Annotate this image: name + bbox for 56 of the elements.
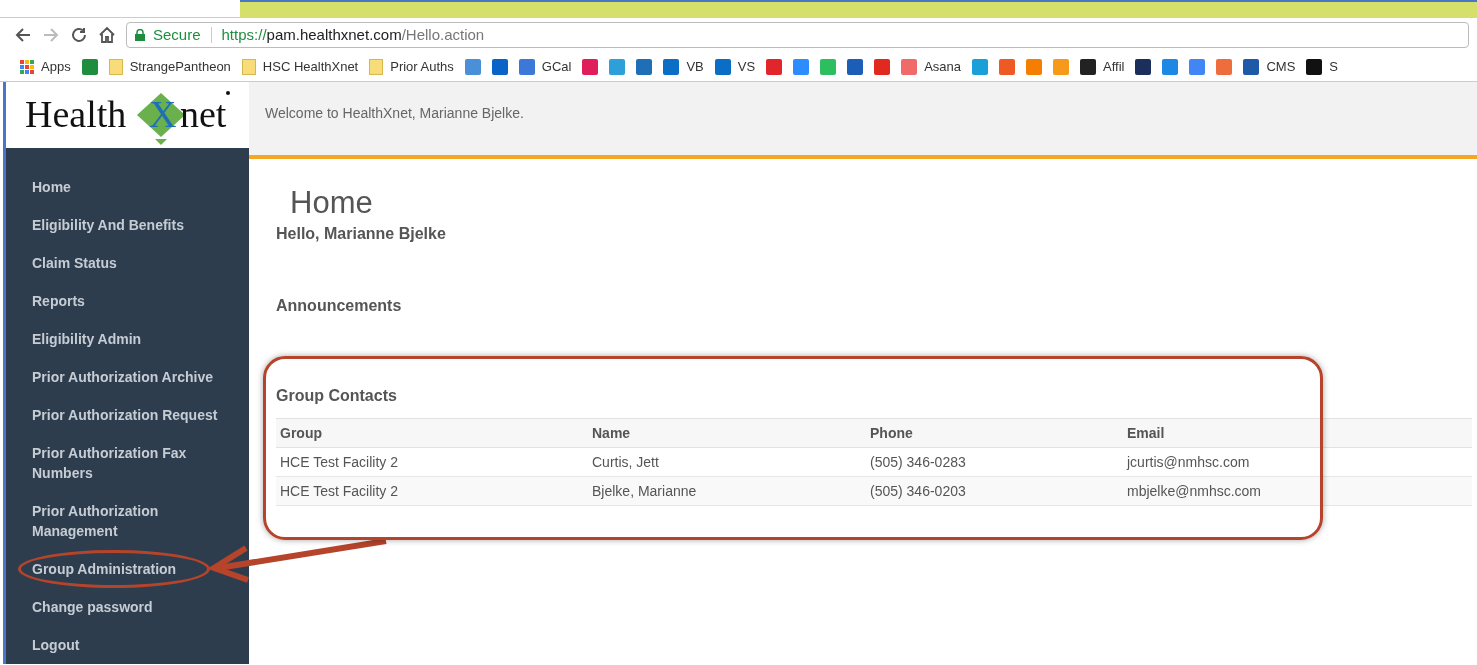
sidebar-item[interactable]: Change password xyxy=(6,588,249,626)
back-icon[interactable] xyxy=(14,26,32,44)
bookmark[interactable]: GCal xyxy=(518,56,572,77)
table-cell: mbjelke@nmhsc.com xyxy=(1123,476,1472,506)
app-icon[interactable] xyxy=(1135,58,1152,75)
sidebar-item[interactable]: Prior Authorization Archive xyxy=(6,358,249,396)
app-icon[interactable] xyxy=(847,58,864,75)
sidebar-item[interactable]: Eligibility And Benefits xyxy=(6,206,249,244)
bookmark[interactable]: S xyxy=(1306,56,1338,77)
column-header: Name xyxy=(588,418,866,448)
table-cell: (505) 346-0283 xyxy=(866,447,1123,477)
table-cell: HCE Test Facility 2 xyxy=(276,476,588,506)
apps-grid-icon xyxy=(20,59,34,74)
address-bar[interactable]: Secure https://pam.healthxnet.com/Hello.action xyxy=(126,22,1469,48)
table-cell: jcurtis@nmhsc.com xyxy=(1123,447,1472,477)
sidebar-item[interactable]: Reports xyxy=(6,282,249,320)
app-icon[interactable] xyxy=(491,58,508,75)
sidebar-item[interactable]: Claim Status xyxy=(6,244,249,282)
page-title: Home xyxy=(289,185,374,221)
sidebar-item[interactable]: Prior Authorization Management xyxy=(6,492,249,550)
welcome-text: Welcome to HealthXnet, Marianne Bjelke. xyxy=(265,104,524,123)
column-header: Phone xyxy=(866,418,1123,448)
bookmark[interactable]: Apps xyxy=(20,56,71,77)
greeting-text: Hello, Marianne Bjelke xyxy=(276,224,447,244)
table-cell: Bjelke, Marianne xyxy=(588,476,866,506)
bookmark[interactable]: Prior Auths xyxy=(369,56,454,77)
sidebar-item[interactable]: Logout xyxy=(6,626,249,664)
sidebar-item[interactable]: Prior Authorization Request xyxy=(6,396,249,434)
home-icon[interactable] xyxy=(98,26,116,44)
forward-icon[interactable] xyxy=(42,26,60,44)
secure-label: Secure xyxy=(153,24,201,45)
table-cell: Curtis, Jett xyxy=(588,447,866,477)
sidebar-item[interactable]: Group Administration xyxy=(6,550,249,588)
bookmark[interactable]: HSC HealthXnet xyxy=(241,56,359,77)
sidebar-item[interactable]: Prior Authorization Fax Numbers xyxy=(6,434,249,492)
sidebar-item[interactable]: Home xyxy=(6,168,249,206)
column-header: Group xyxy=(276,418,588,448)
bookmark[interactable]: StrangePantheon xyxy=(108,56,231,77)
folder-icon xyxy=(241,58,256,75)
lock-icon xyxy=(135,29,145,41)
sidebar-item[interactable]: Eligibility Admin xyxy=(6,320,249,358)
bookmark[interactable]: Asana xyxy=(901,56,961,77)
column-header: Email xyxy=(1123,418,1472,448)
bookmark[interactable]: VB xyxy=(663,56,704,77)
section-title: Group Contacts xyxy=(276,386,397,406)
bookmark[interactable]: Affil xyxy=(1080,56,1125,77)
announcements-heading: Announcements xyxy=(276,296,403,316)
reload-icon[interactable] xyxy=(70,26,88,44)
table-cell: HCE Test Facility 2 xyxy=(276,447,588,477)
healthxnet-logo: Health Xnet xyxy=(22,85,233,145)
table-cell: (505) 346-0203 xyxy=(866,476,1123,506)
url-text: https://pam.healthxnet.com/Hello.action xyxy=(221,24,485,45)
folder-icon xyxy=(108,58,123,75)
bookmark[interactable]: CMS xyxy=(1243,56,1296,77)
bookmark[interactable]: VS xyxy=(714,56,756,77)
folder-icon xyxy=(369,58,384,75)
